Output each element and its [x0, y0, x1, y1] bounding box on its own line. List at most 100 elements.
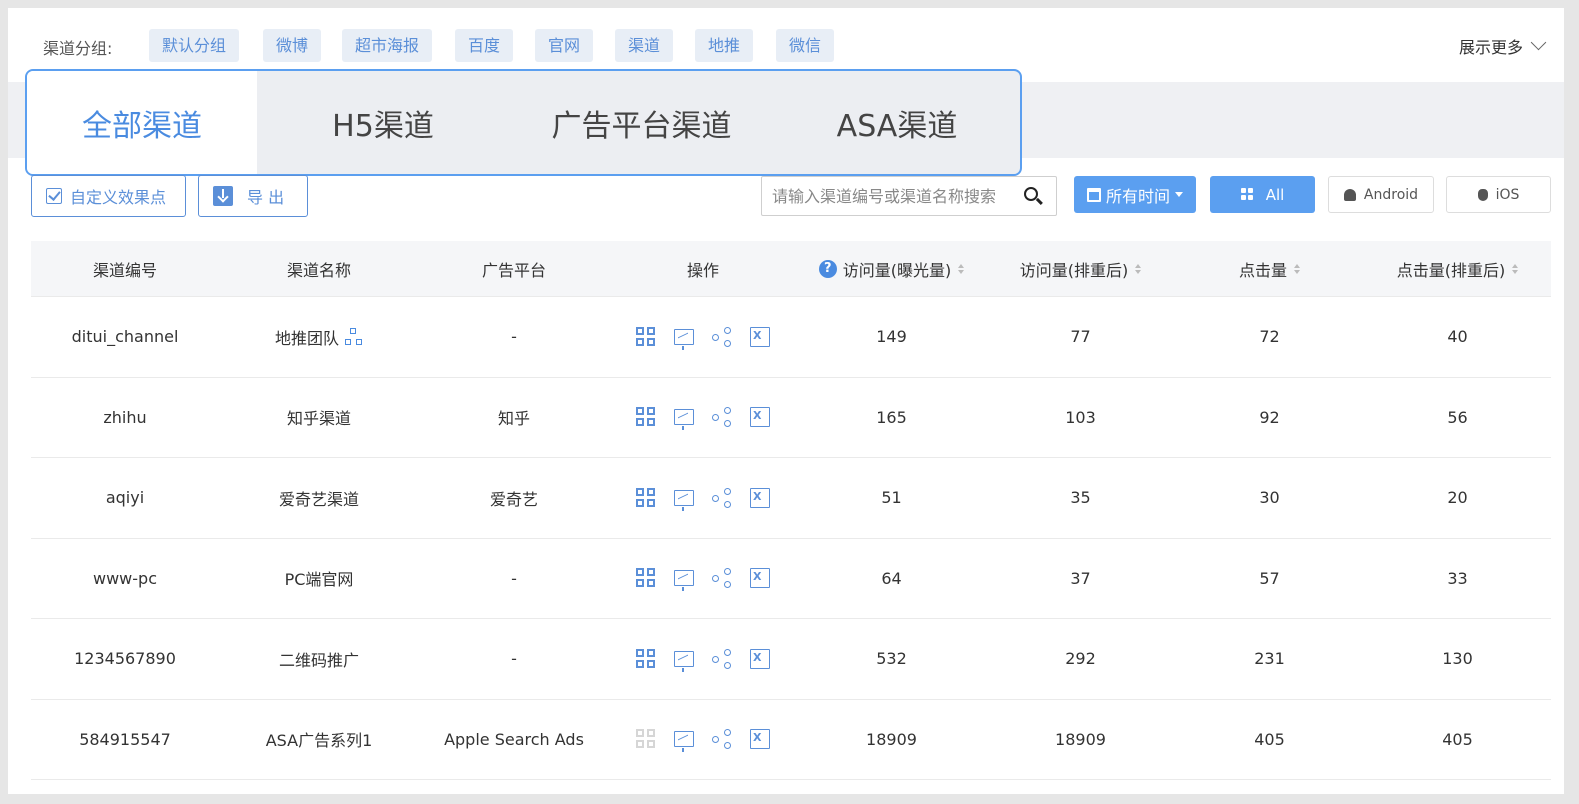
cell-clicks-unique: 20 [1364, 488, 1551, 507]
search-box [761, 176, 1057, 216]
excel-icon[interactable]: X [750, 568, 770, 589]
platform-all-button[interactable]: All [1210, 176, 1315, 213]
cell-text-name: PC端官网 [284, 570, 354, 590]
org-chart-icon[interactable] [345, 327, 363, 346]
cell-ad-platform: Apple Search Ads [419, 730, 609, 749]
sort-icon[interactable] [1135, 264, 1141, 274]
chevron-down-icon [1530, 34, 1547, 51]
cell-actions: X [609, 729, 797, 753]
trend-chart-icon[interactable] [674, 409, 694, 431]
table-header: 渠道编号 渠道名称 广告平台 操作 ? 访问量(曝光量) 访问量(排重后) 点击… [31, 241, 1551, 297]
table-row: www-pc PC端官网 - X 64 37 57 33 [31, 539, 1551, 619]
cell-actions: X [609, 407, 797, 431]
export-label: 导 出 [247, 188, 285, 207]
trend-chart-icon[interactable] [674, 650, 694, 672]
download-icon [213, 186, 233, 206]
cell-text-visits-uniq: 103 [1065, 407, 1096, 427]
excel-icon[interactable]: X [750, 326, 770, 347]
header-visits-unique[interactable]: 访问量(排重后) [986, 257, 1175, 281]
cell-text-platform: 爱奇艺 [489, 489, 538, 509]
show-more-button[interactable]: 展示更多 [1459, 34, 1547, 58]
cell-visits: 165 [797, 408, 986, 427]
cell-visits-unique: 103 [986, 408, 1175, 427]
export-button[interactable]: 导 出 [198, 175, 308, 217]
header-channel-name: 渠道名称 [286, 260, 351, 280]
cell-ad-platform: - [419, 327, 609, 346]
trend-chart-icon[interactable] [674, 570, 694, 592]
qrcode-icon[interactable] [636, 326, 656, 347]
platform-ios-button[interactable]: iOS [1446, 176, 1551, 213]
tab-ad-platform-channels[interactable]: 广告平台渠道 [509, 71, 774, 174]
group-chip-weibo[interactable]: 微博 [263, 29, 322, 62]
qrcode-icon[interactable] [636, 568, 656, 588]
tab-all-channels[interactable]: 全部渠道 [27, 71, 257, 174]
excel-icon[interactable]: X [750, 648, 770, 669]
trend-chart-icon[interactable] [674, 328, 694, 350]
cell-text-name: 知乎渠道 [286, 409, 351, 429]
share-icon[interactable] [712, 407, 732, 428]
sort-icon[interactable] [958, 264, 964, 274]
excel-icon[interactable]: X [750, 487, 770, 508]
cell-text-clicks: 57 [1259, 568, 1280, 588]
cell-text-visits: 165 [876, 407, 907, 427]
group-chip-baidu[interactable]: 百度 [455, 29, 514, 62]
cell-text-id: 584915547 [79, 729, 171, 749]
help-icon[interactable]: ? [818, 259, 837, 278]
tab-asa-channels[interactable]: ASA渠道 [774, 71, 1020, 174]
header-visits[interactable]: ? 访问量(曝光量) [797, 257, 986, 281]
trend-chart-icon[interactable] [674, 489, 694, 511]
cell-channel-name: 爱奇艺渠道 [219, 486, 419, 510]
search-input[interactable] [762, 177, 1012, 215]
platform-android-label: Android [1363, 186, 1419, 203]
share-icon[interactable] [712, 729, 732, 750]
cell-text-platform: - [511, 327, 517, 347]
cell-visits: 532 [797, 649, 986, 668]
tab-h5-channels[interactable]: H5渠道 [257, 71, 509, 174]
header-clicks[interactable]: 点击量 [1175, 257, 1364, 281]
cell-ad-platform: 爱奇艺 [419, 486, 609, 510]
qrcode-icon[interactable] [636, 487, 656, 508]
cell-text-name: 地推团队 [274, 328, 339, 348]
cell-ad-platform: - [419, 649, 609, 668]
group-chip-ditui[interactable]: 地推 [695, 29, 754, 62]
search-icon[interactable] [1024, 187, 1038, 201]
share-icon[interactable] [712, 487, 732, 508]
group-chip-wechat[interactable]: 微信 [776, 29, 835, 62]
sort-icon[interactable] [1294, 264, 1300, 274]
group-chip-poster[interactable]: 超市海报 [342, 29, 433, 62]
qrcode-icon[interactable] [636, 729, 656, 749]
header-clicks-unique[interactable]: 点击量(排重后) [1364, 257, 1551, 281]
group-chip-default[interactable]: 默认分组 [149, 29, 240, 62]
cell-channel-id: 584915547 [31, 730, 219, 749]
table-row: 584915547 ASA广告系列1 Apple Search Ads X 18… [31, 700, 1551, 780]
share-icon[interactable] [712, 326, 732, 347]
cell-clicks: 30 [1175, 488, 1364, 507]
trend-chart-icon[interactable] [674, 731, 694, 753]
qrcode-icon[interactable] [636, 648, 656, 669]
cell-text-platform: - [511, 568, 517, 588]
group-chip-website[interactable]: 官网 [535, 29, 594, 62]
platform-android-button[interactable]: Android [1328, 176, 1434, 213]
cell-text-name: ASA广告系列1 [265, 731, 373, 751]
cell-text-id: 1234567890 [74, 649, 176, 669]
share-icon[interactable] [712, 568, 732, 589]
sort-icon[interactable] [1512, 264, 1518, 274]
custom-effect-button[interactable]: 自定义效果点 [31, 175, 186, 217]
table-row: 1234567890 二维码推广 - X 532 292 231 130 [31, 619, 1551, 700]
table-row: zhihu 知乎渠道 知乎 X 165 103 92 56 [31, 378, 1551, 458]
cell-visits-unique: 292 [986, 649, 1175, 668]
cell-text-platform: 知乎 [497, 409, 530, 429]
excel-icon[interactable]: X [750, 407, 770, 428]
cell-actions: X [609, 326, 797, 350]
group-chip-channel[interactable]: 渠道 [615, 29, 674, 62]
time-range-dropdown[interactable]: 所有时间 [1074, 176, 1196, 213]
cell-text-clicks-uniq: 56 [1447, 407, 1468, 427]
share-icon[interactable] [712, 648, 732, 669]
qrcode-icon[interactable] [636, 407, 656, 427]
cell-text-visits-uniq: 37 [1070, 568, 1091, 588]
excel-icon[interactable]: X [750, 729, 770, 750]
cell-clicks-unique: 405 [1364, 730, 1551, 749]
cell-text-platform: Apple Search Ads [444, 729, 584, 749]
cell-ad-platform: - [419, 569, 609, 588]
cell-channel-name: 知乎渠道 [219, 405, 419, 429]
